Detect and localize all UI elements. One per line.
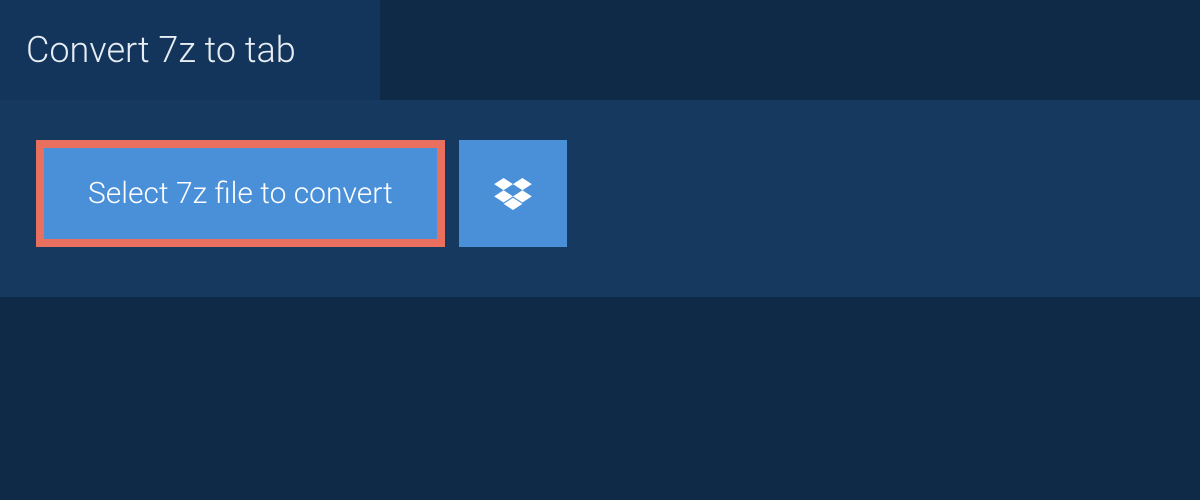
- select-file-label: Select 7z file to convert: [88, 176, 393, 211]
- conversion-panel: Select 7z file to convert: [0, 100, 1200, 297]
- active-tab-header[interactable]: Convert 7z to tab: [0, 0, 380, 100]
- page-title: Convert 7z to tab: [26, 29, 296, 71]
- dropbox-icon: [494, 178, 532, 210]
- select-file-button[interactable]: Select 7z file to convert: [36, 140, 445, 247]
- dropbox-button[interactable]: [459, 140, 567, 247]
- button-row: Select 7z file to convert: [36, 140, 1164, 247]
